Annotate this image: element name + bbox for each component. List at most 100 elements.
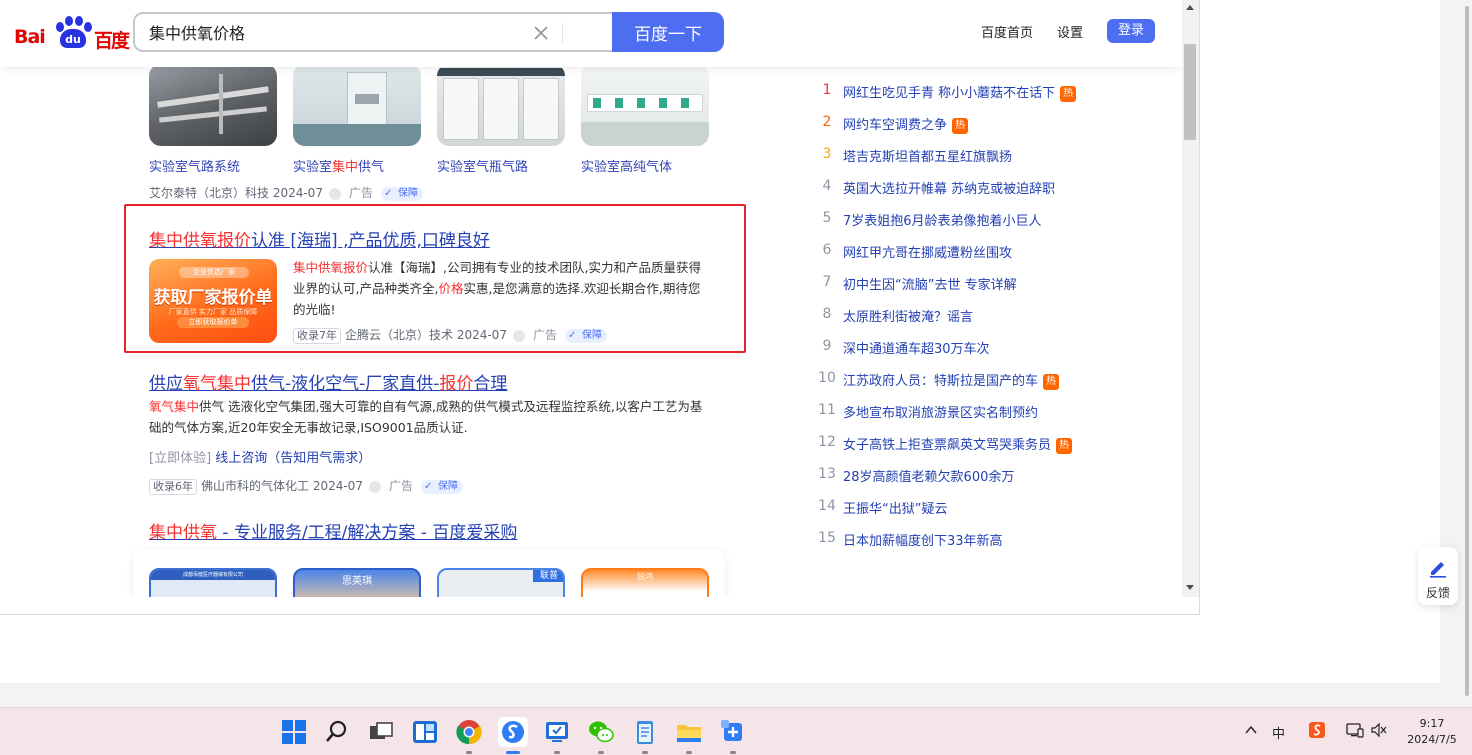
- hot-list-item[interactable]: 13 28岁高颜值老赖欠款600余万: [818, 464, 1138, 486]
- settings-link[interactable]: 设置: [1057, 22, 1083, 41]
- result-image-lab-central-supply[interactable]: [293, 64, 421, 146]
- hot-list-item[interactable]: 12 女子高铁上拒查票飙英文骂哭乘务员热: [818, 432, 1138, 454]
- source-text: 佛山市科的气体化工 2024-07: [201, 479, 363, 493]
- guarantee-badge[interactable]: 保障: [564, 328, 607, 343]
- hot-list-item[interactable]: 3 塔吉克斯坦首都五星红旗飘扬: [818, 144, 1138, 166]
- windows-taskbar: 中 9:17 2024/7/5: [0, 707, 1472, 755]
- scroll-up-arrow[interactable]: [1186, 5, 1194, 10]
- product-card-1[interactable]: 成都佰健医疗器械有限公司: [149, 568, 277, 597]
- system-clock[interactable]: 9:17 2024/7/5: [1396, 716, 1468, 748]
- hot-title-link[interactable]: 28岁高颜值老赖欠款600余万: [843, 466, 1014, 485]
- hot-rank: 1: [822, 82, 832, 98]
- show-hidden-icons-button[interactable]: [1244, 723, 1258, 741]
- hot-list-item[interactable]: 9 深中通道通车超30万车次: [818, 336, 1138, 358]
- online-consult-link[interactable]: 线上咨询（告知用气需求）: [215, 451, 371, 466]
- ad-result-description: 集中供氧报价认准【海瑞】,公司拥有专业的技术团队,实力和产品质量获得业界的认可,…: [293, 260, 701, 317]
- hot-list-item[interactable]: 7 初中生因“流脑”去世 专家详解: [818, 272, 1138, 294]
- baidu-logo[interactable]: Bai du 百度: [14, 16, 130, 52]
- hot-rank: 14: [818, 498, 836, 514]
- guarantee-badge[interactable]: 保障: [380, 186, 423, 201]
- hot-title-link[interactable]: 网红生吃见手青 称小小蘑菇不在话下热: [843, 82, 1077, 102]
- more-icon[interactable]: [512, 329, 525, 342]
- network-icon[interactable]: [1346, 722, 1364, 742]
- hot-rank: 5: [822, 210, 832, 226]
- scroll-down-arrow[interactable]: [1186, 585, 1194, 590]
- hot-list-item[interactable]: 5 7岁表姐抱6月龄表弟像抱着小巨人: [818, 208, 1138, 230]
- hot-title-link[interactable]: 7岁表姐抱6月龄表弟像抱着小巨人: [843, 210, 1042, 229]
- product-card-2[interactable]: 思英琪: [293, 568, 421, 597]
- search-button[interactable]: 百度一下: [612, 12, 724, 52]
- volume-muted-icon[interactable]: [1370, 722, 1388, 742]
- hot-list-item[interactable]: 14 王振华“出狱”疑云: [818, 496, 1138, 518]
- wechat-icon[interactable]: [586, 717, 616, 754]
- hot-title-link[interactable]: 英国大选拉开帷幕 苏纳克或被迫辞职: [843, 178, 1055, 197]
- hot-title-link[interactable]: 初中生因“流脑”去世 专家详解: [843, 274, 1017, 293]
- windows-start-icon[interactable]: [279, 717, 309, 747]
- aicaigou-result-title[interactable]: 集中供氧 - 专业服务/工程/解决方案 - 百度爱采购: [149, 518, 517, 543]
- result-image-lab-high-purity[interactable]: [581, 64, 709, 146]
- result-image-lab-gas-system[interactable]: [149, 64, 277, 146]
- hot-title-link[interactable]: 深中通道通车超30万车次: [843, 338, 990, 357]
- hot-list-item[interactable]: 4 英国大选拉开帷幕 苏纳克或被迫辞职: [818, 176, 1138, 198]
- feedback-button[interactable]: 反馈: [1418, 547, 1458, 605]
- feedback-label: 反馈: [1425, 586, 1450, 600]
- caption-lab-high-purity[interactable]: 实验室高纯气体: [581, 156, 672, 175]
- caption-lab-gas-system[interactable]: 实验室气路系统: [149, 156, 240, 175]
- product-card-3[interactable]: 联普: [437, 568, 565, 597]
- hot-title-link[interactable]: 江苏政府人员：特斯拉是国产的车热: [843, 370, 1060, 390]
- clock-date: 2024/7/5: [1407, 733, 1457, 746]
- search-input[interactable]: [149, 14, 529, 50]
- hot-list-item[interactable]: 15 日本加薪幅度创下33年新高: [818, 528, 1138, 550]
- hot-list-item[interactable]: 1 网红生吃见手青 称小小蘑菇不在话下热: [818, 80, 1138, 102]
- caption-lab-cylinder-gas[interactable]: 实验室气瓶气路: [437, 156, 528, 175]
- hot-list-item[interactable]: 8 太原胜利街被淹？谣言: [818, 304, 1138, 326]
- hot-rank: 13: [818, 466, 836, 482]
- logo-text-du: du: [60, 29, 86, 48]
- more-icon[interactable]: [328, 187, 341, 200]
- file-explorer-icon[interactable]: [674, 717, 704, 754]
- product-card-label: 思英琪: [342, 576, 372, 587]
- page-scrollbar[interactable]: [1182, 0, 1199, 597]
- sogou-ime-icon[interactable]: [1308, 721, 1326, 743]
- widgets-icon[interactable]: [410, 717, 440, 747]
- login-button[interactable]: 登录: [1107, 19, 1155, 43]
- window-scrollbar[interactable]: [1463, 0, 1472, 708]
- hot-title-link[interactable]: 多地宣布取消旅游景区实名制预约: [843, 402, 1038, 421]
- result-image-lab-cylinder-gas[interactable]: [437, 64, 565, 146]
- scroll-thumb[interactable]: [1184, 44, 1196, 140]
- ime-indicator[interactable]: 中: [1272, 723, 1285, 742]
- hot-title-link[interactable]: 网红甲亢哥在挪威遭粉丝围攻: [843, 242, 1012, 261]
- snipping-tool-icon[interactable]: [718, 717, 748, 754]
- caption-lab-central-supply[interactable]: 实验室集中供气: [293, 156, 384, 175]
- edit-icon: [1430, 562, 1446, 578]
- hot-list-item[interactable]: 11 多地宣布取消旅游景区实名制预约: [818, 400, 1138, 422]
- hot-list-item[interactable]: 2 网约车空调费之争热: [818, 112, 1138, 134]
- ad2-result-title[interactable]: 供应氧气集中供气-液化空气-厂家直供-报价合理: [149, 369, 507, 394]
- hot-rank: 4: [822, 178, 832, 194]
- hot-title-link[interactable]: 王振华“出狱”疑云: [843, 498, 947, 517]
- hot-title-link[interactable]: 塔吉克斯坦首都五星红旗飘扬: [843, 146, 1012, 165]
- notepad-icon[interactable]: [630, 717, 660, 754]
- index-age-badge: 收录6年: [149, 479, 197, 495]
- sogou-browser-icon[interactable]: [498, 717, 528, 754]
- clear-icon[interactable]: [531, 23, 551, 43]
- hot-list-item[interactable]: 6 网红甲亢哥在挪威遭粉丝围攻: [818, 240, 1138, 262]
- ad-thumbnail[interactable]: 企业优选厂家 获取厂家报价单 厂家直供 实力厂家 品质保障 立即获取报价单: [149, 259, 277, 343]
- more-icon[interactable]: [368, 480, 381, 493]
- browser-window: 实验室气路系统 实验室集中供气 实验室气瓶气路 实验室高纯气体 艾尔泰特（北京）…: [0, 0, 1458, 683]
- remote-desktop-icon[interactable]: [542, 717, 572, 754]
- ad-image-cta: 立即获取报价单: [177, 317, 249, 328]
- hot-title-link[interactable]: 女子高铁上拒查票飙英文骂哭乘务员热: [843, 434, 1073, 454]
- product-card-4[interactable]: 锐鸿: [581, 568, 709, 597]
- hot-title-link[interactable]: 网约车空调费之争热: [843, 114, 969, 134]
- task-view-icon[interactable]: [366, 717, 396, 747]
- guarantee-badge[interactable]: 保障: [420, 479, 463, 494]
- hot-title-link[interactable]: 日本加薪幅度创下33年新高: [843, 530, 1003, 549]
- ad-result-title[interactable]: 集中供氧报价认准 [海瑞] ,产品优质,口碑良好: [149, 226, 490, 251]
- hot-rank: 9: [822, 338, 832, 354]
- baidu-home-link[interactable]: 百度首页: [981, 22, 1033, 41]
- hot-title-link[interactable]: 太原胜利街被淹？谣言: [843, 306, 973, 325]
- search-icon[interactable]: [322, 717, 352, 747]
- chrome-icon[interactable]: [454, 717, 484, 754]
- hot-list-item[interactable]: 10 江苏政府人员：特斯拉是国产的车热: [818, 368, 1138, 390]
